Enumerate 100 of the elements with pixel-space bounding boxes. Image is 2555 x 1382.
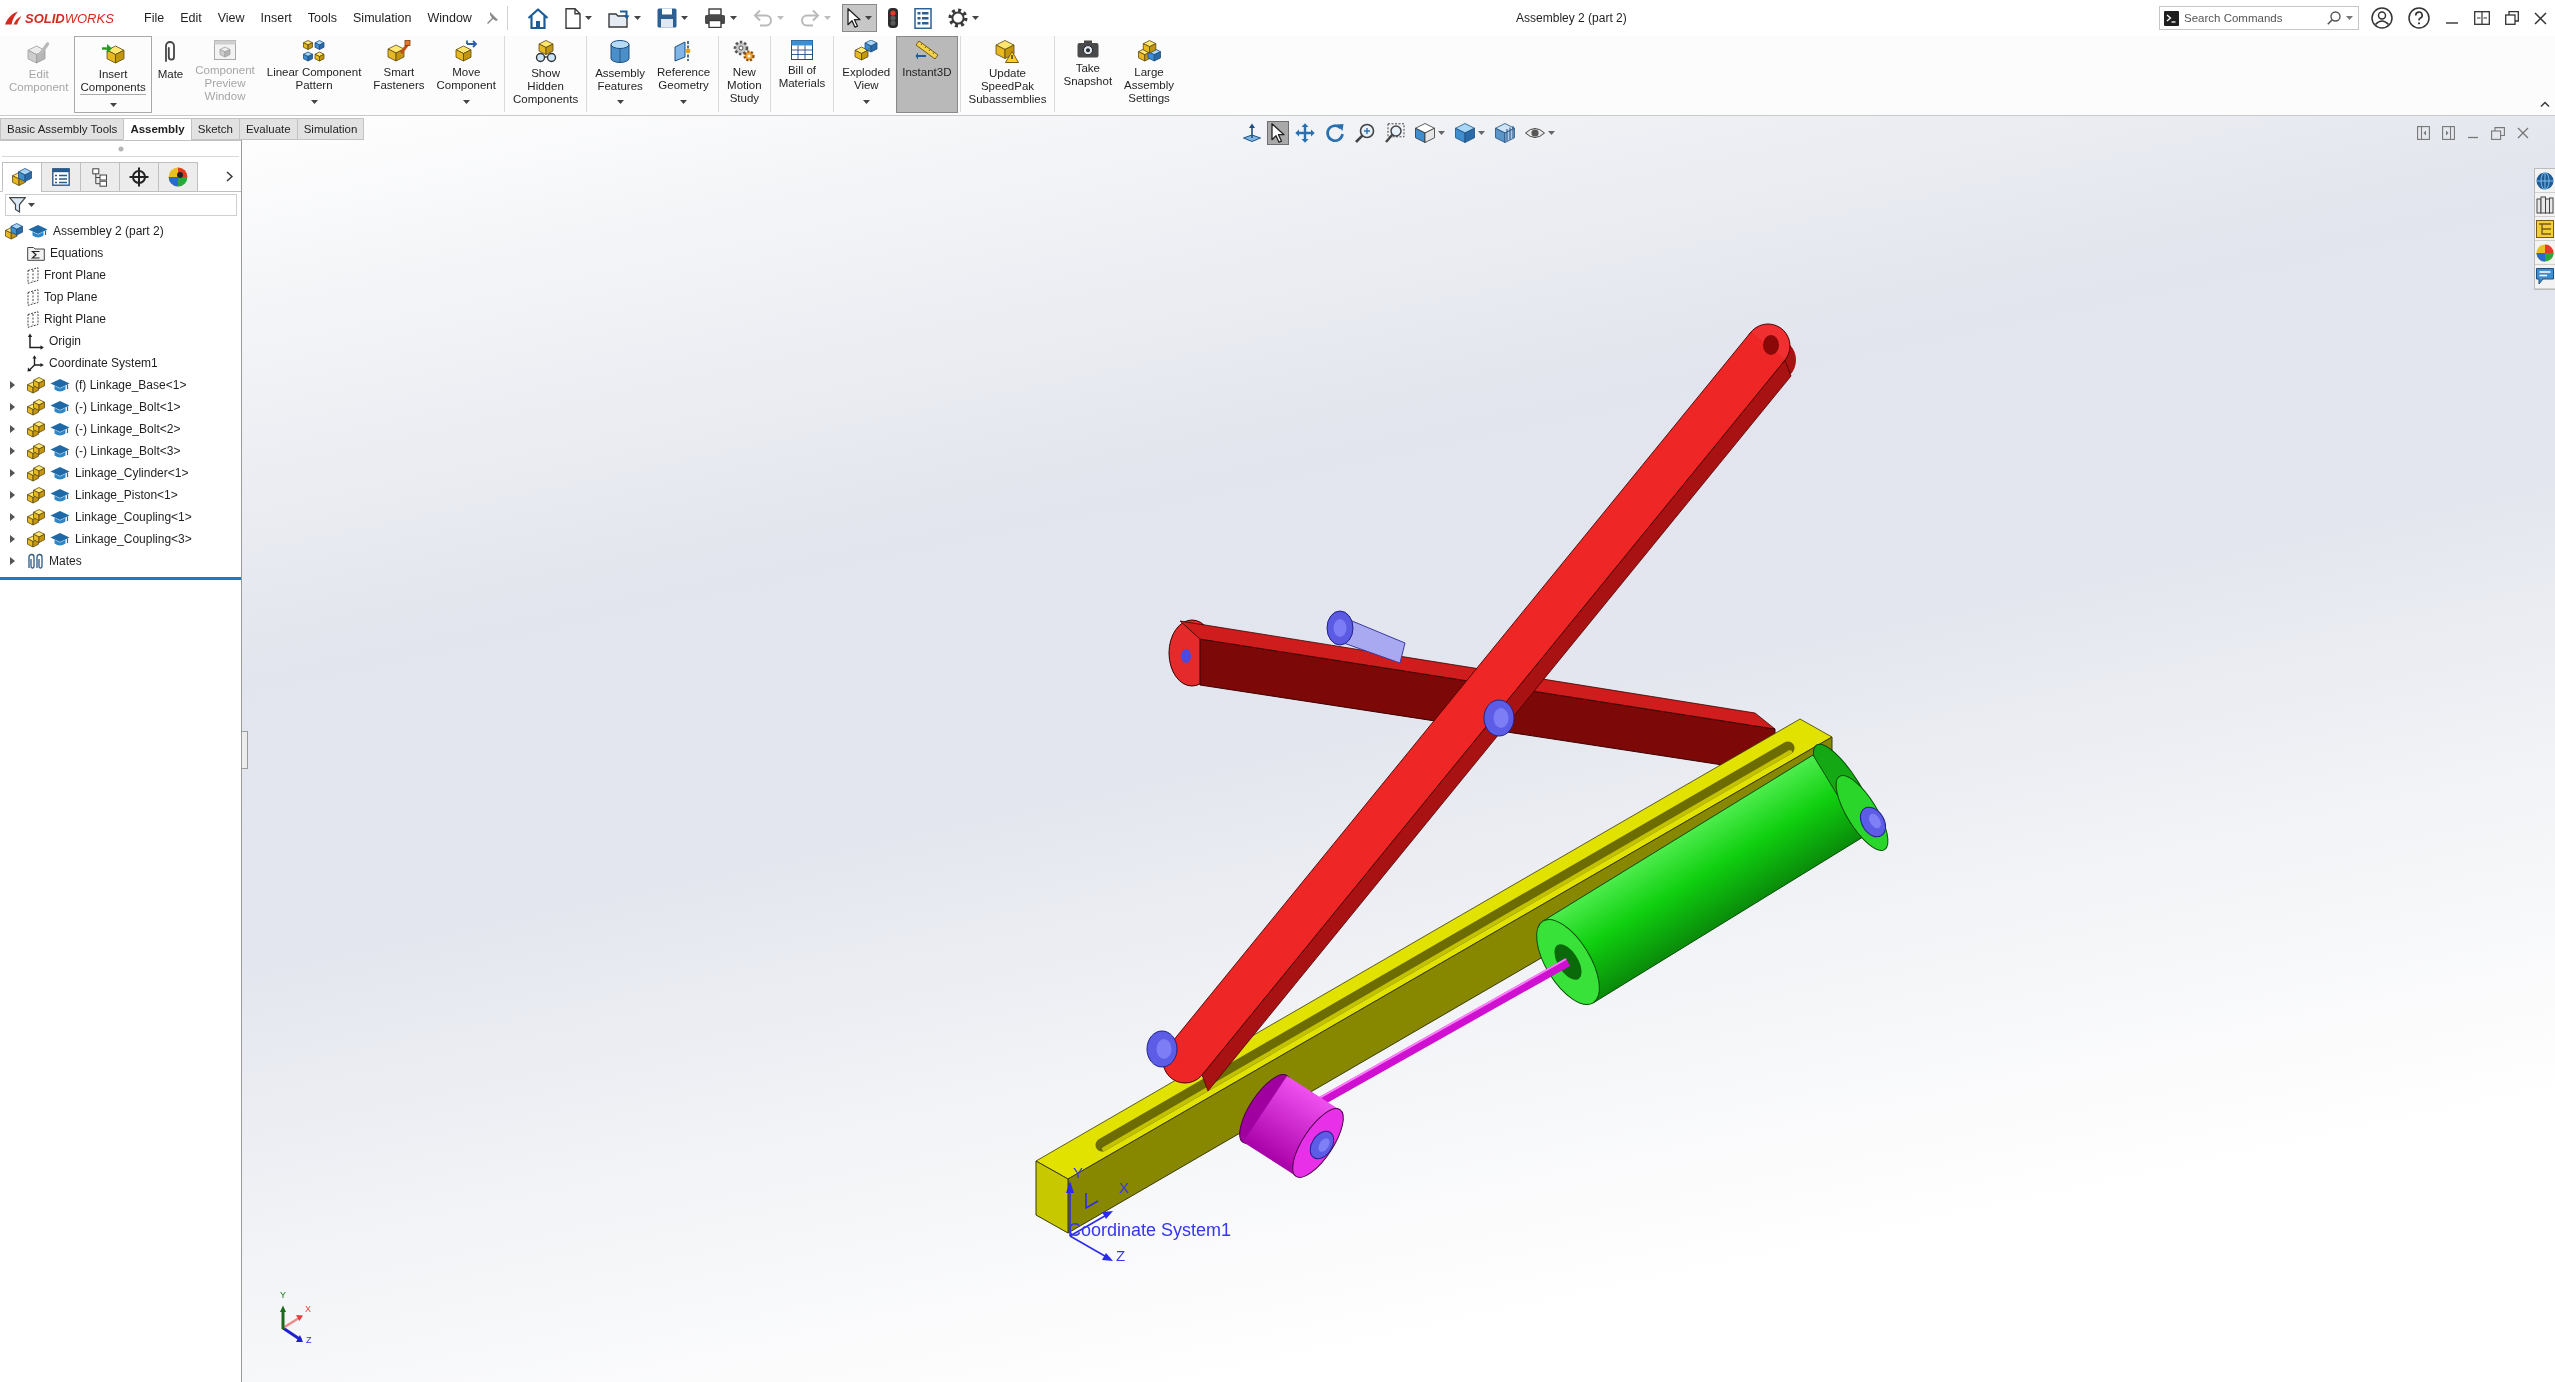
task-pane-button[interactable]: [2535, 193, 2555, 217]
terminal-icon: [2164, 10, 2179, 26]
expand-arrow-icon[interactable]: [10, 469, 15, 477]
expand-arrow-icon[interactable]: [10, 557, 15, 565]
tree-item[interactable]: (-) Linkage_Bolt<3>: [0, 440, 185, 462]
menu-item[interactable]: Simulation: [345, 7, 420, 29]
part-block-icon: [27, 376, 45, 394]
tree-item[interactable]: Coordinate System1: [0, 352, 162, 374]
ribbon-button[interactable]: Linear Component Pattern: [260, 36, 368, 113]
ribbon-button[interactable]: Instant3D: [896, 36, 958, 113]
tab[interactable]: Sketch: [190, 118, 240, 140]
plane-icon: [27, 288, 39, 306]
menu-item[interactable]: Window: [419, 7, 480, 29]
axis-label: Y: [280, 1290, 286, 1300]
close-icon[interactable]: [2534, 11, 2547, 25]
ribbon-button[interactable]: New Motion Study: [721, 36, 768, 113]
pin-icon[interactable]: [485, 11, 499, 25]
assembly-cubes-icon: [5, 222, 23, 240]
ribbon-button[interactable]: Take Snapshot: [1057, 36, 1119, 113]
panel-collapse-handle[interactable]: [242, 731, 248, 769]
ruler-icon: [914, 40, 939, 62]
tree-item[interactable]: Linkage_Coupling<1>: [0, 506, 196, 528]
menu-item[interactable]: File: [136, 7, 173, 29]
panel-tab[interactable]: [2, 162, 42, 192]
caret-icon: [2346, 16, 2353, 20]
tree-item[interactable]: Assembley 2 (part 2): [0, 220, 168, 242]
ribbon-button[interactable]: Mate: [151, 36, 190, 113]
tree-item[interactable]: Equations: [0, 242, 108, 264]
ribbon-button[interactable]: Update SpeedPak Subassemblies: [962, 36, 1053, 113]
paperclips-icon: [27, 552, 44, 570]
tree-item[interactable]: (f) Linkage_Base<1>: [0, 374, 191, 396]
ribbon-button[interactable]: Exploded View: [836, 36, 897, 113]
tab[interactable]: Evaluate: [238, 118, 298, 140]
tile-icon[interactable]: [2474, 11, 2490, 25]
restore-icon[interactable]: [2505, 11, 2519, 25]
cube-screw-icon: [386, 40, 411, 62]
expand-arrow-icon[interactable]: [10, 425, 15, 433]
tile-right-icon[interactable]: [2442, 126, 2455, 140]
tree-item[interactable]: (-) Linkage_Bolt<2>: [0, 418, 185, 440]
tree-item[interactable]: Front Plane: [0, 264, 111, 286]
tree-item[interactable]: Top Plane: [0, 286, 102, 308]
tile-left-icon[interactable]: [2417, 126, 2430, 140]
task-pane-button[interactable]: [2535, 217, 2555, 241]
save-icon: [656, 8, 677, 28]
menu-item[interactable]: Insert: [252, 7, 300, 29]
grip-dot-icon: [117, 145, 124, 152]
tree-item[interactable]: Mates: [0, 550, 86, 572]
more-tabs-button[interactable]: [224, 169, 235, 184]
ribbon-collapse-button[interactable]: [2538, 99, 2552, 109]
ribbon-button[interactable]: Move Component: [430, 36, 502, 113]
printer-icon: [703, 8, 726, 28]
funnel-icon: [9, 197, 26, 213]
pointer-icon: [846, 8, 861, 28]
window-icon: [214, 40, 236, 60]
mortarboard-icon: [50, 443, 70, 459]
user-icon[interactable]: [2371, 7, 2393, 29]
menu-item[interactable]: Edit: [172, 7, 210, 29]
menu-item[interactable]: View: [209, 7, 253, 29]
expand-arrow-icon[interactable]: [10, 491, 15, 499]
task-pane-button[interactable]: [2535, 169, 2555, 193]
ribbon-button[interactable]: Smart Fasteners: [367, 36, 431, 113]
tree-item[interactable]: (-) Linkage_Bolt<1>: [0, 396, 185, 418]
panel-tab[interactable]: [41, 162, 81, 192]
search-field[interactable]: Search Commands: [2159, 6, 2359, 30]
ribbon-button[interactable]: Large Assembly Settings: [1118, 36, 1180, 113]
tab[interactable]: Basic Assembly Tools: [0, 118, 125, 140]
mortarboard-icon: [50, 509, 70, 525]
help-icon[interactable]: [2408, 7, 2430, 29]
task-pane-button[interactable]: [2535, 265, 2555, 289]
tree-item[interactable]: Linkage_Piston<1>: [0, 484, 182, 506]
expand-arrow-icon[interactable]: [10, 403, 15, 411]
filter-field[interactable]: [5, 194, 237, 216]
toolbar-button[interactable]: [841, 4, 877, 32]
tree-item[interactable]: Linkage_Coupling<3>: [0, 528, 196, 550]
tree-item[interactable]: Origin: [0, 330, 85, 352]
list-icon: [52, 168, 70, 186]
tab[interactable]: Simulation: [296, 118, 365, 140]
expand-arrow-icon[interactable]: [10, 535, 15, 543]
ribbon-button[interactable]: Insert Components: [74, 36, 152, 113]
cube-warning-icon: [995, 40, 1020, 63]
expand-arrow-icon[interactable]: [10, 447, 15, 455]
expand-arrow-icon[interactable]: [10, 381, 15, 389]
menu-item[interactable]: Tools: [299, 7, 346, 29]
view-toolbar-button[interactable]: [1266, 121, 1289, 145]
tab[interactable]: Assembly: [123, 118, 192, 140]
tree-item[interactable]: Linkage_Cylinder<1>: [0, 462, 193, 484]
crosshair-icon: [129, 167, 149, 187]
expand-arrow-icon[interactable]: [10, 513, 15, 521]
mortarboard-icon: [50, 465, 70, 481]
ribbon-button[interactable]: Reference Geometry: [651, 36, 717, 113]
arrow-plane-icon: [1242, 123, 1261, 143]
ribbon-button[interactable]: Show Hidden Components: [506, 36, 585, 113]
ribbon-button[interactable]: Bill of Materials: [772, 36, 832, 113]
panel-tab[interactable]: [119, 162, 159, 192]
axis-label: X: [305, 1304, 311, 1314]
ribbon-button[interactable]: Assembly Features: [589, 36, 652, 113]
rotate-icon: [1324, 123, 1345, 143]
panel-tab[interactable]: [158, 162, 198, 192]
tree-item[interactable]: Right Plane: [0, 308, 111, 330]
mortarboard-icon: [50, 399, 70, 415]
